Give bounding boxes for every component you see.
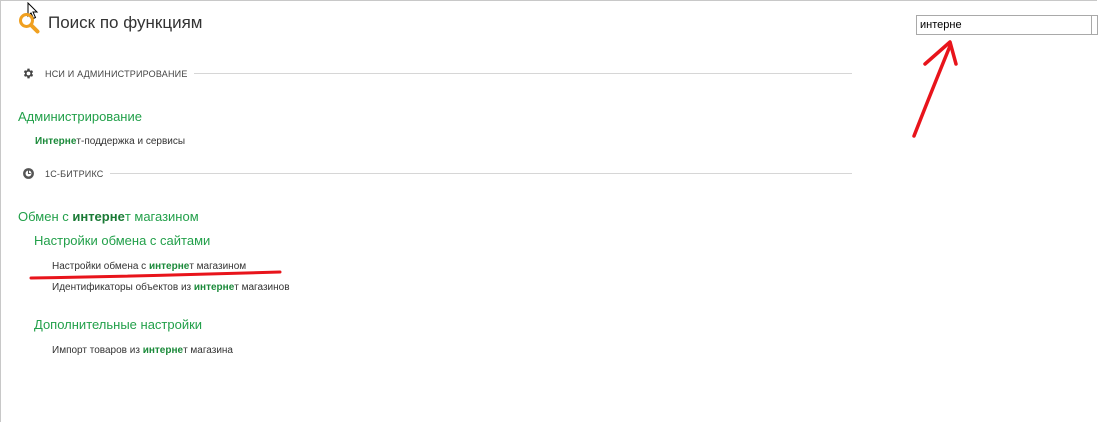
list-item[interactable]: Интернет-поддержка и сервисы (35, 136, 185, 147)
section-label: 1С-БИТРИКС (45, 168, 104, 179)
divider (193, 73, 852, 74)
group-title-admin[interactable]: Администрирование (18, 109, 142, 124)
subgroup-title-additional-settings[interactable]: Дополнительные настройки (34, 317, 202, 332)
list-item[interactable]: Настройки обмена с интернет магазином (52, 261, 246, 272)
section-nsi-admin: НСИ И АДМИНИСТРИРОВАНИЕ (22, 67, 852, 80)
section-bitrix: 1С-БИТРИКС (22, 167, 852, 180)
match-highlight: интерне (142, 345, 184, 356)
search-icon (19, 13, 40, 34)
search-box[interactable] (916, 15, 1098, 35)
page-title: Поиск по функциям (48, 13, 203, 32)
section-label: НСИ И АДМИНИСТРИРОВАНИЕ (45, 68, 188, 79)
page-header: Поиск по функциям (18, 12, 202, 34)
bitrix-icon (23, 168, 34, 179)
divider (109, 173, 852, 174)
match-highlight: интерне (193, 282, 235, 293)
search-input[interactable] (917, 19, 1090, 31)
search-button[interactable] (1091, 16, 1097, 34)
list-item[interactable]: Идентификаторы объектов из интернет мага… (52, 282, 290, 293)
match-highlight: интерне (148, 261, 190, 272)
list-item[interactable]: Импорт товаров из интернет магазина (52, 345, 233, 356)
subgroup-title-exchange-settings[interactable]: Настройки обмена с сайтами (34, 233, 210, 248)
match-highlight: Интерне (35, 136, 77, 147)
gear-icon (23, 68, 34, 79)
group-title-exchange[interactable]: Обмен с интернет магазином (18, 209, 199, 224)
match-highlight: интерне (72, 209, 125, 224)
